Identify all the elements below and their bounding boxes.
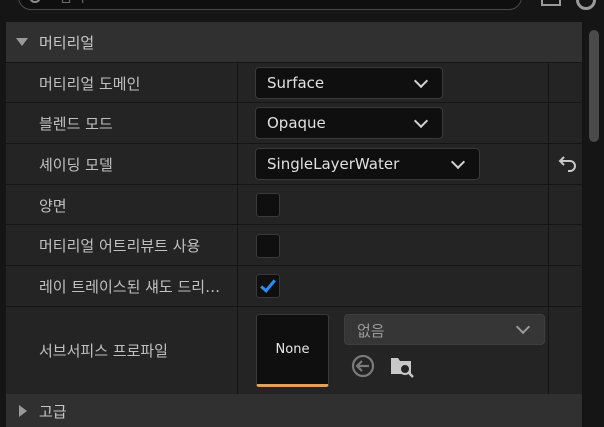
property-row-use-material-attributes: 머티리얼 어트리뷰트 사용 [6,224,582,265]
reset-to-default-icon[interactable] [557,152,579,174]
property-row-shading-model: 셰이딩 모델 SingleLayerWater [6,143,582,184]
chevron-down-icon [413,73,429,89]
category-advanced[interactable]: 고급 [6,394,582,427]
material-domain-dropdown[interactable]: Surface [255,67,443,99]
scrollbar-thumb[interactable] [589,30,599,142]
dropdown-value: SingleLayerWater [267,155,400,173]
property-row-blend-mode: 블렌드 모드 Opaque [6,102,582,143]
category-label: 고급 [39,403,67,421]
browse-asset-icon[interactable] [389,353,415,379]
property-row-subsurface-profile: 서브서피스 프로파일 None 없음 [6,306,582,394]
chevron-right-icon [19,405,27,417]
property-row-two-sided: 양면 [6,184,582,224]
property-row-raytraced-shadows: 레이 트레이스된 섀도 드리… [6,265,582,306]
search-placeholder: 검색 [59,0,85,7]
subsurface-profile-asset-dropdown[interactable]: 없음 [344,314,545,345]
gear-icon[interactable] [576,0,596,10]
property-label: 서브서피스 프로파일 [39,342,168,360]
property-label: 머티리얼 어트리뷰트 사용 [39,237,201,255]
thumbnail-label: None [275,342,310,357]
chevron-down-icon [16,38,28,46]
property-row-material-domain: 머티리얼 도메인 Surface [6,62,582,102]
chevron-down-icon [413,113,429,129]
use-selected-asset-icon[interactable] [350,353,376,379]
property-label: 블렌드 모드 [39,115,113,133]
property-label: 레이 트레이스된 섀도 드리… [39,278,221,296]
category-label: 머티리얼 [39,34,95,52]
raytraced-shadows-checkbox[interactable] [256,274,280,298]
two-sided-checkbox[interactable] [256,193,280,217]
vertical-scrollbar[interactable] [584,22,604,427]
grid-icon[interactable] [541,0,561,6]
chevron-down-icon [450,154,466,170]
property-label: 머티리얼 도메인 [39,75,141,93]
checkmark-icon [260,276,276,293]
details-toolbar: 검색 [0,0,604,22]
dropdown-value: 없음 [357,322,385,340]
property-label: 셰이딩 모델 [39,156,113,174]
dropdown-value: Opaque [267,114,326,132]
property-label: 양면 [39,197,67,215]
asset-thumbnail[interactable]: None [256,314,329,387]
category-material[interactable]: 머티리얼 [6,22,582,62]
details-panel: 머티리얼 머티리얼 도메인 Surface 블렌드 모드 Opaque 셰이딩 … [6,22,582,427]
blend-mode-dropdown[interactable]: Opaque [255,107,443,139]
dropdown-value: Surface [267,74,325,92]
chevron-down-icon [515,319,531,335]
shading-model-dropdown[interactable]: SingleLayerWater [255,148,480,180]
use-material-attributes-checkbox[interactable] [256,234,280,258]
search-icon [29,0,41,3]
search-input[interactable]: 검색 [18,0,522,10]
